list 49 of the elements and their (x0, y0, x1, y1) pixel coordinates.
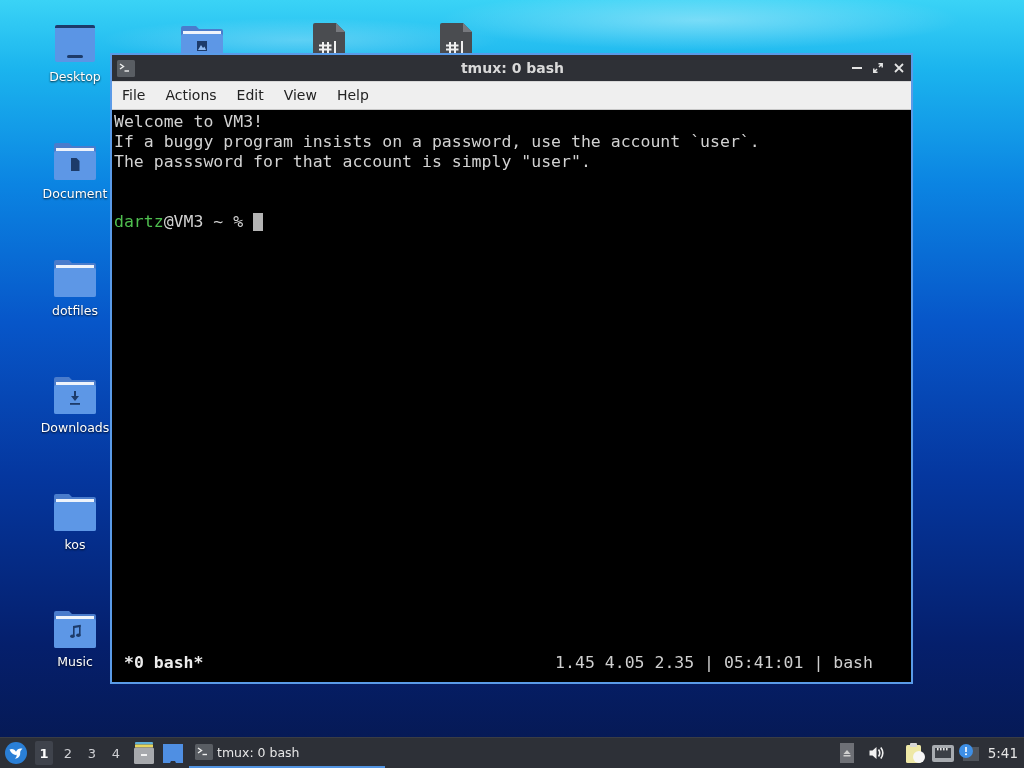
file-manager-launcher[interactable] (134, 742, 154, 764)
start-menu-button[interactable] (4, 741, 28, 765)
window-title: tmux: 0 bash (460, 60, 565, 76)
terminal-line: If a buggy program insists on a password, use the account `user`. (114, 132, 760, 152)
minimize-icon (852, 67, 862, 69)
menu-item[interactable]: File (112, 82, 156, 109)
folder-icon[interactable] (54, 494, 96, 531)
icon-label[interactable]: Downloads (40, 419, 110, 437)
icon-label[interactable]: Document (42, 185, 108, 203)
menu-item[interactable]: Help (326, 82, 379, 109)
clock[interactable]: 5:41 (987, 745, 1018, 761)
tmux-status-info: 1.45 4.05 2.35 | 05:41:01 | bash (555, 653, 873, 673)
script-file-icon[interactable] (440, 23, 472, 53)
script-file-icon[interactable] (313, 23, 345, 53)
eject-icon[interactable] (839, 743, 854, 763)
maximize-icon (873, 63, 883, 73)
bird-logo-icon (5, 742, 27, 764)
screen-icon (163, 743, 183, 763)
workspace-button[interactable]: 1 (35, 741, 53, 765)
file-cabinet-icon (134, 742, 154, 764)
icon-label[interactable]: dotfiles (51, 302, 98, 320)
clipboard-icon[interactable] (904, 742, 925, 764)
terminal-line: Welcome to VM3! (114, 112, 263, 132)
speaker-icon[interactable] (868, 745, 885, 761)
documents-folder-icon[interactable] (54, 143, 96, 180)
icon-label[interactable]: Music (57, 653, 93, 671)
workspace-button[interactable]: 2 (59, 741, 77, 765)
desktop-folder-icon[interactable] (55, 25, 95, 62)
music-folder-icon[interactable] (54, 611, 96, 648)
close-icon (894, 63, 904, 73)
menu-item[interactable]: Edit (226, 82, 274, 109)
folder-icon[interactable] (54, 260, 96, 297)
cursor-icon (253, 213, 264, 231)
pictures-folder-icon[interactable] (181, 26, 223, 53)
network-port-icon[interactable] (931, 744, 954, 762)
terminal-icon[interactable] (117, 59, 135, 77)
workspace-button[interactable]: 4 (107, 741, 125, 765)
shell-prompt: dartz@VM3 ~ % (114, 212, 244, 232)
menu-item[interactable]: Actions (155, 82, 227, 109)
icon-label[interactable]: kos (64, 536, 86, 554)
downloads-folder-icon[interactable] (54, 377, 96, 414)
task-button[interactable]: tmux: 0 bash (189, 738, 385, 768)
menu-item[interactable]: View (273, 82, 327, 109)
show-desktop-button[interactable] (163, 743, 183, 763)
tmux-window-label: *0 bash* (124, 653, 204, 673)
workspace-button[interactable]: 3 (83, 741, 101, 765)
alert-icon[interactable] (958, 744, 979, 762)
terminal-line: The passsword for that account is simply "user". (114, 152, 591, 172)
terminal-icon (195, 744, 213, 760)
